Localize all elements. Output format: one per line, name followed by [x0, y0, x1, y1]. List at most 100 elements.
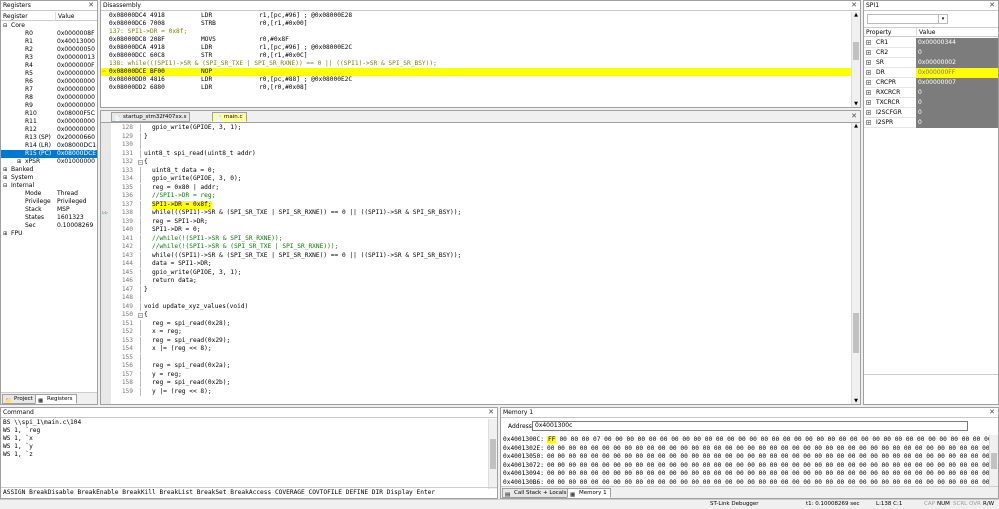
- register-row[interactable]: Stack MSP: [1, 206, 97, 214]
- code-line[interactable]: 158 reg = spi_read(0x2b);: [101, 379, 851, 388]
- close-icon[interactable]: ✕: [851, 112, 857, 120]
- spi-register-row[interactable]: + CR1 0x00000344: [864, 38, 998, 48]
- code-line[interactable]: 140 SPI1->DR = 0;: [101, 226, 851, 235]
- scroll-down-icon[interactable]: ▼: [852, 101, 860, 107]
- register-row[interactable]: R13 (SP) 0x20000660: [1, 134, 97, 142]
- register-row[interactable]: R1 0x40013000: [1, 38, 97, 46]
- spi-register-row[interactable]: + I2SCFGR 0: [864, 108, 998, 118]
- memory-bytes[interactable]: 00 00 00 07 00 00 00 00 00 00 00 00 00 0…: [559, 436, 989, 443]
- spi-register-value[interactable]: 0: [916, 108, 998, 118]
- register-value[interactable]: 0x08000DC1: [57, 142, 96, 150]
- register-value[interactable]: 0x00000000: [57, 94, 95, 102]
- code-line[interactable]: 155: [101, 353, 851, 362]
- spi-register-row[interactable]: + TXCRCR 0: [864, 98, 998, 108]
- register-row[interactable]: R12 0x00000000: [1, 126, 97, 134]
- expand-icon[interactable]: +: [866, 70, 871, 75]
- code-line[interactable]: 153 reg = spi_read(0x29);: [101, 336, 851, 345]
- scroll-thumb[interactable]: [853, 313, 859, 353]
- expand-icon[interactable]: +: [866, 100, 871, 105]
- memory-byte[interactable]: FF: [546, 436, 557, 443]
- memory-bytes[interactable]: 00 00 00 00 00 00 00 00 00 00 00 00 00 0…: [557, 445, 989, 452]
- memory-byte[interactable]: 00: [547, 453, 554, 460]
- spi-select[interactable]: [867, 14, 948, 24]
- code-line[interactable]: 144 data = SPI1->DR;: [101, 260, 851, 269]
- register-value[interactable]: 0x00000000: [57, 102, 95, 110]
- memory-bytes[interactable]: 00 00 00 00 00 00 00 00 00 00 00 00 00 0…: [557, 462, 989, 469]
- code-line[interactable]: 135 reg = 0x80 | addr;: [101, 183, 851, 192]
- close-icon[interactable]: ✕: [88, 1, 94, 10]
- register-row[interactable]: R9 0x00000000: [1, 102, 97, 110]
- memory-row[interactable]: 0x40013050: 00 00 00 00 00 00 00 00 00 00 …: [503, 453, 989, 461]
- expand-icon[interactable]: +: [866, 90, 871, 95]
- register-row[interactable]: States 1601323: [1, 214, 97, 222]
- register-row[interactable]: R5 0x00000000: [1, 70, 97, 78]
- disassembly-line[interactable]: 0x08000DC6 7008 STRB r0,[r1,#0x00]: [101, 20, 851, 28]
- register-value[interactable]: 0x08000DCE: [57, 150, 96, 158]
- register-row[interactable]: Sec 0.10008269: [1, 222, 97, 230]
- code-line[interactable]: 149 void update_xyz_values(void): [101, 302, 851, 311]
- code-line[interactable]: 146 return data;: [101, 277, 851, 286]
- code-line[interactable]: ▷▷ 138 while(((SPI1)->SR & (SPI_SR_TXE | S…: [101, 209, 851, 218]
- disassembly-line[interactable]: 0x08000DD2 6880 LDR r0,[r0,#0x08]: [101, 84, 851, 92]
- code-line[interactable]: 131 uint8_t spi_read(uint8_t addr): [101, 149, 851, 158]
- scroll-up-icon[interactable]: ▲: [852, 123, 860, 129]
- code-line[interactable]: 143 while(((SPI1)->SR & (SPI_SR_TXE | SPI…: [101, 251, 851, 260]
- tab-main-c[interactable]: 📄 main.c: [212, 112, 247, 122]
- close-icon[interactable]: ✕: [989, 408, 995, 417]
- register-value[interactable]: 0x00000013: [57, 54, 95, 62]
- code-line[interactable]: 129}: [101, 132, 851, 141]
- expand-icon[interactable]: ⊟: [3, 182, 7, 190]
- register-value[interactable]: 0x40013000: [57, 38, 95, 46]
- expand-icon[interactable]: +: [866, 110, 871, 115]
- tab-call-stack[interactable]: ▤ Call Stack + Locals: [502, 488, 571, 498]
- disassembly-line[interactable]: 0x08000DD0 4816 LDR r0,[pc,#88] ; @0x08000…: [101, 76, 851, 84]
- address-input[interactable]: 0x4001300c: [532, 421, 968, 431]
- memory-scrollbar[interactable]: [989, 435, 998, 488]
- code-line[interactable]: 142 //while(!(SPI1->SR & (SPI_SR_TXE | SP…: [101, 243, 851, 252]
- register-row[interactable]: ⊞ FPU: [1, 230, 97, 238]
- memory-byte[interactable]: 00: [547, 445, 554, 452]
- register-row[interactable]: R2 0x00000050: [1, 46, 97, 54]
- memory-byte[interactable]: 00: [547, 479, 554, 486]
- code-line[interactable]: 137 SPI1->DR = 0x8f;: [101, 200, 851, 209]
- code-line[interactable]: 134 gpio_write(GPIOE, 3, 0);: [101, 175, 851, 184]
- register-value[interactable]: MSP: [57, 206, 70, 214]
- register-row[interactable]: ⊞ System: [1, 174, 97, 182]
- register-row[interactable]: R14 (LR) 0x08000DC1: [1, 142, 97, 150]
- scroll-thumb[interactable]: [853, 42, 859, 60]
- register-row[interactable]: ⊞ Banked: [1, 166, 97, 174]
- code-line[interactable]: 157 y = reg;: [101, 370, 851, 379]
- expand-icon[interactable]: ⊞: [3, 174, 7, 182]
- close-icon[interactable]: ✕: [488, 408, 494, 417]
- command-scrollbar[interactable]: [488, 419, 497, 489]
- register-row[interactable]: R6 0x00000000: [1, 78, 97, 86]
- disassembly-line[interactable]: 0x08000DC8 208F MOVS r0,#0x8F: [101, 36, 851, 44]
- code-line[interactable]: 156 reg = spi_read(0x2a);: [101, 362, 851, 371]
- spi-register-row[interactable]: + I2SPR 0: [864, 118, 998, 128]
- code-line[interactable]: 139 reg = SPI1->DR;: [101, 217, 851, 226]
- register-row[interactable]: Privilege Privileged: [1, 198, 97, 206]
- code-line[interactable]: 141 //while(!(SPI1->SR & SPI_SR_RXNE));: [101, 234, 851, 243]
- spi-register-row[interactable]: + CR2 0: [864, 48, 998, 58]
- expand-icon[interactable]: ⊞: [17, 158, 21, 166]
- register-value[interactable]: 0x01000000: [57, 158, 95, 166]
- expand-icon[interactable]: +: [866, 80, 871, 85]
- spi-register-value[interactable]: 0x000000FF: [916, 68, 998, 78]
- memory-row[interactable]: 0x40013072: 00 00 00 00 00 00 00 00 00 00 …: [503, 462, 989, 470]
- code-line[interactable]: 136 //SPI1->DR = reg;: [101, 192, 851, 201]
- register-row[interactable]: ⊟ Internal: [1, 182, 97, 190]
- col-value[interactable]: Value: [55, 12, 74, 21]
- disassembly-line[interactable]: 0x08000DCA 4918 LDR r1,[pc,#96] ; @0x08000…: [101, 44, 851, 52]
- register-row[interactable]: R10 0x08000F5C: [1, 110, 97, 118]
- disassembly-line[interactable]: 137: SPI1->DR = 0x8f;: [101, 28, 851, 36]
- expand-icon[interactable]: +: [866, 60, 871, 65]
- code-line[interactable]: 154 x |= (reg << 8);: [101, 345, 851, 354]
- code-editor[interactable]: 128 gpio_write(GPIOE, 3, 1); 129} 130 131 uin…: [101, 124, 851, 404]
- expand-icon[interactable]: +: [866, 40, 871, 45]
- register-row[interactable]: Mode Thread: [1, 190, 97, 198]
- close-icon[interactable]: ✕: [989, 1, 995, 10]
- memory-bytes[interactable]: 00 00 00 00 00 00 00 00 00 00 00 00 00 0…: [557, 479, 989, 486]
- expand-icon[interactable]: +: [866, 50, 871, 55]
- spi-register-row[interactable]: + RXCRCR 0: [864, 88, 998, 98]
- spi-select-arrow[interactable]: ▾: [938, 14, 948, 24]
